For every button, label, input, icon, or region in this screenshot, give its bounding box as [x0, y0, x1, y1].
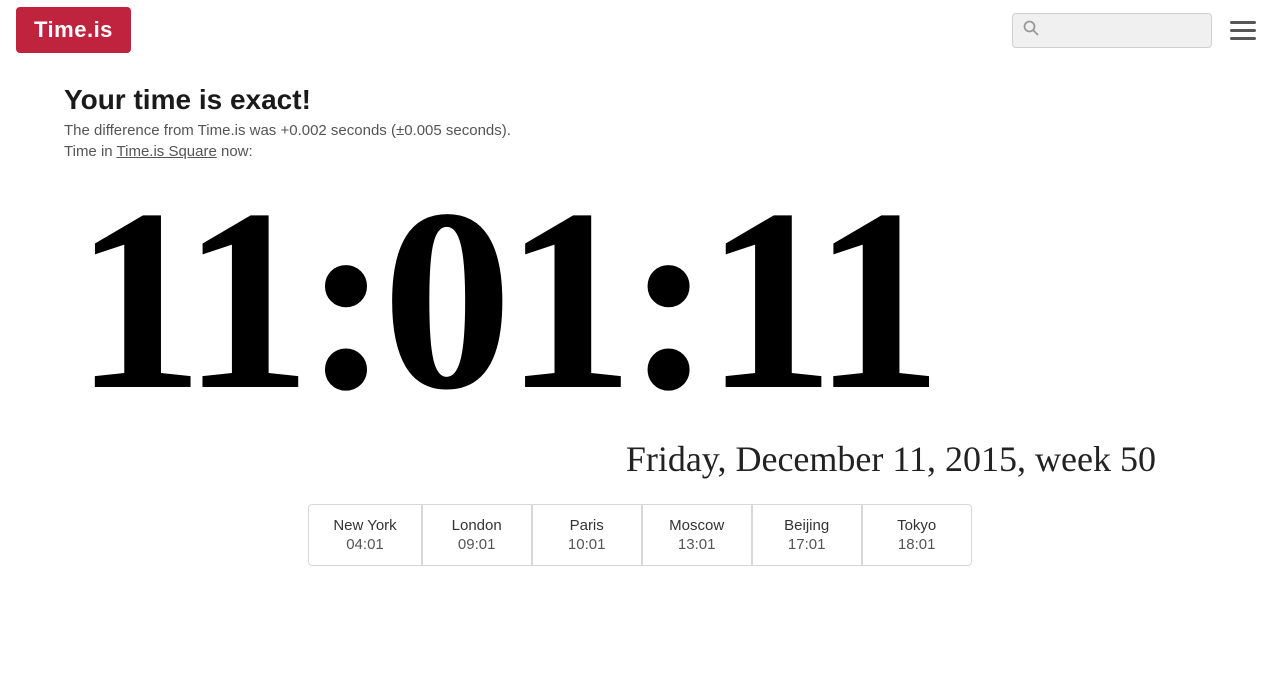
menu-icon-line1	[1230, 21, 1256, 24]
search-input[interactable]	[1045, 22, 1201, 38]
city-box-tokyo[interactable]: Tokyo 18:01	[862, 504, 972, 566]
city-time: 13:01	[667, 536, 727, 553]
city-times: New York 04:01 London 09:01 Paris 10:01 Moscow…	[64, 504, 1216, 566]
city-time: 17:01	[777, 536, 837, 553]
city-name: Moscow	[667, 517, 727, 534]
city-box-beijing[interactable]: Beijing 17:01	[752, 504, 862, 566]
logo[interactable]: Time.is	[16, 7, 131, 53]
exact-title: Your time is exact!	[64, 84, 1216, 116]
city-time: 09:01	[447, 536, 507, 553]
city-box-moscow[interactable]: Moscow 13:01	[642, 504, 752, 566]
header-right	[1012, 13, 1264, 48]
menu-button[interactable]	[1222, 13, 1264, 48]
menu-icon-line2	[1230, 29, 1256, 32]
search-icon	[1023, 20, 1039, 41]
city-time: 04:01	[333, 536, 396, 553]
diff-text: The difference from Time.is was +0.002 s…	[64, 122, 1216, 139]
city-box-london[interactable]: London 09:01	[422, 504, 532, 566]
city-name: London	[447, 517, 507, 534]
date-display: Friday, December 11, 2015, week 50	[64, 438, 1216, 480]
city-name: Beijing	[777, 517, 837, 534]
city-name: Paris	[557, 517, 617, 534]
header: Time.is	[0, 0, 1280, 60]
city-box-new-york[interactable]: New York 04:01	[308, 504, 421, 566]
clock-display: 11:01:11	[64, 170, 1216, 430]
main-content: Your time is exact! The difference from …	[0, 60, 1280, 596]
search-box[interactable]	[1012, 13, 1212, 48]
city-box-paris[interactable]: Paris 10:01	[532, 504, 642, 566]
city-name: Tokyo	[887, 517, 947, 534]
menu-icon-line3	[1230, 37, 1256, 40]
logo-text: Time.is	[34, 17, 113, 42]
city-time: 18:01	[887, 536, 947, 553]
city-time: 10:01	[557, 536, 617, 553]
city-name: New York	[333, 517, 396, 534]
